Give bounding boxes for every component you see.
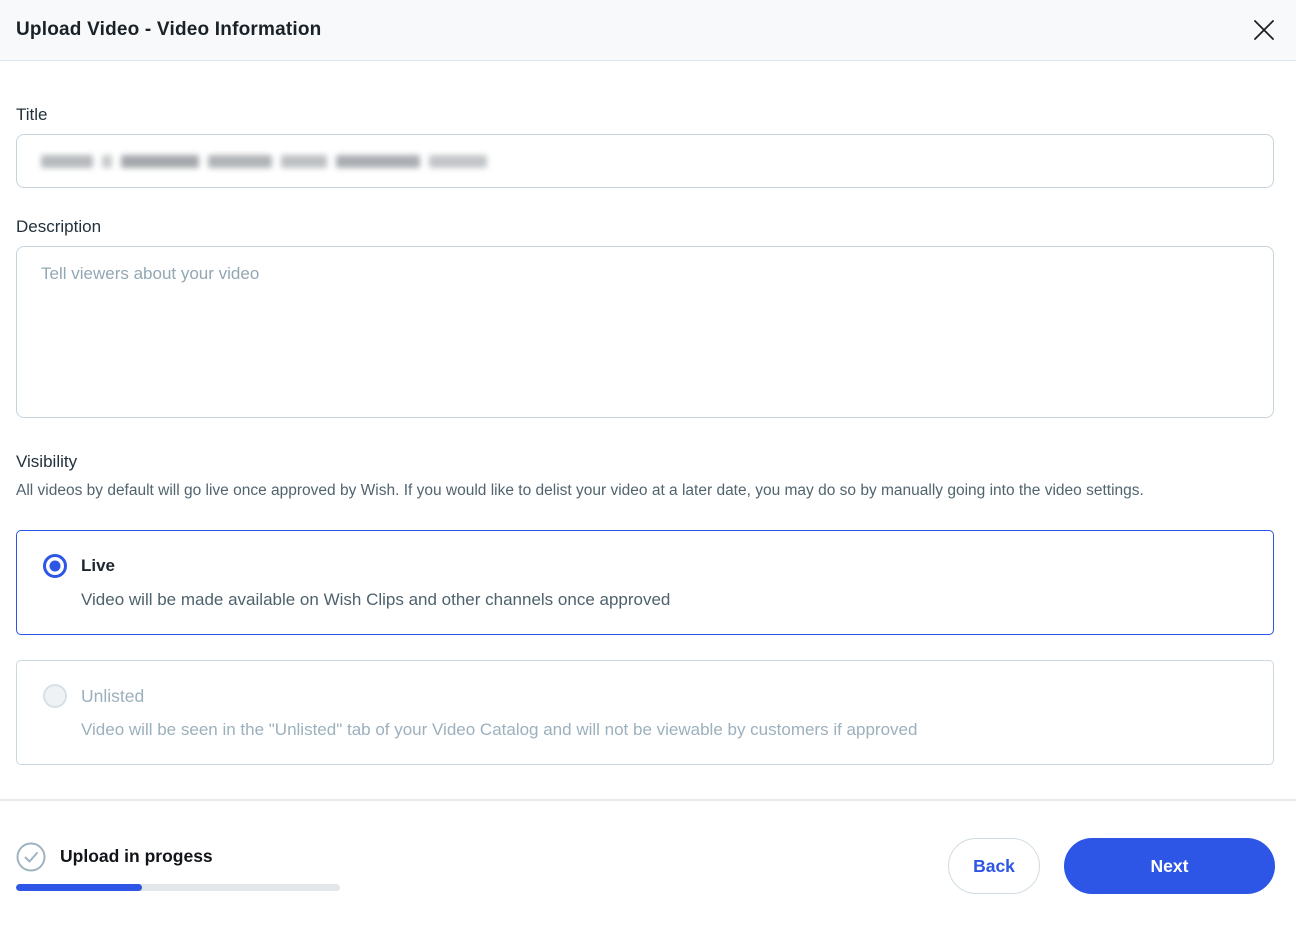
dialog-footer: Upload in progess Back Next — [0, 838, 1296, 894]
upload-status: Upload in progess — [16, 842, 340, 891]
option-live-description: Video will be made available on Wish Cli… — [81, 590, 671, 609]
footer-divider — [0, 799, 1296, 801]
progress-fill — [16, 883, 143, 891]
description-textarea[interactable] — [16, 246, 1274, 418]
visibility-option-live[interactable]: Live Video will be made available on Wis… — [16, 530, 1274, 635]
check-circle-icon — [16, 842, 46, 872]
radio-unselected-icon[interactable] — [43, 684, 67, 708]
title-input[interactable] — [16, 134, 1274, 188]
option-unlisted-label: Unlisted — [81, 685, 145, 706]
option-live-label: Live — [81, 556, 116, 575]
close-icon — [1251, 17, 1277, 43]
upload-status-text: Upload in progess — [60, 846, 213, 866]
visibility-help-text: All videos by default will go live once … — [16, 482, 1144, 499]
title-redacted-value — [41, 153, 496, 169]
title-label: Title — [16, 105, 48, 124]
option-unlisted-description: Video will be seen in the "Unlisted" tab… — [81, 720, 918, 739]
description-label: Description — [16, 217, 102, 236]
visibility-label: Visibility — [16, 452, 78, 471]
close-button[interactable] — [1249, 15, 1279, 45]
next-button[interactable]: Next — [1064, 838, 1275, 894]
upload-progress-bar — [16, 883, 340, 891]
dialog-title: Upload Video - Video Information — [16, 19, 322, 40]
visibility-option-unlisted[interactable]: Unlisted Video will be seen in the "Unli… — [16, 660, 1274, 765]
dialog-header: Upload Video - Video Information — [0, 0, 1296, 61]
dialog-body: Title Description Visibility All videos … — [0, 105, 1296, 765]
back-button[interactable]: Back — [948, 838, 1040, 894]
radio-selected-icon[interactable] — [43, 554, 67, 578]
